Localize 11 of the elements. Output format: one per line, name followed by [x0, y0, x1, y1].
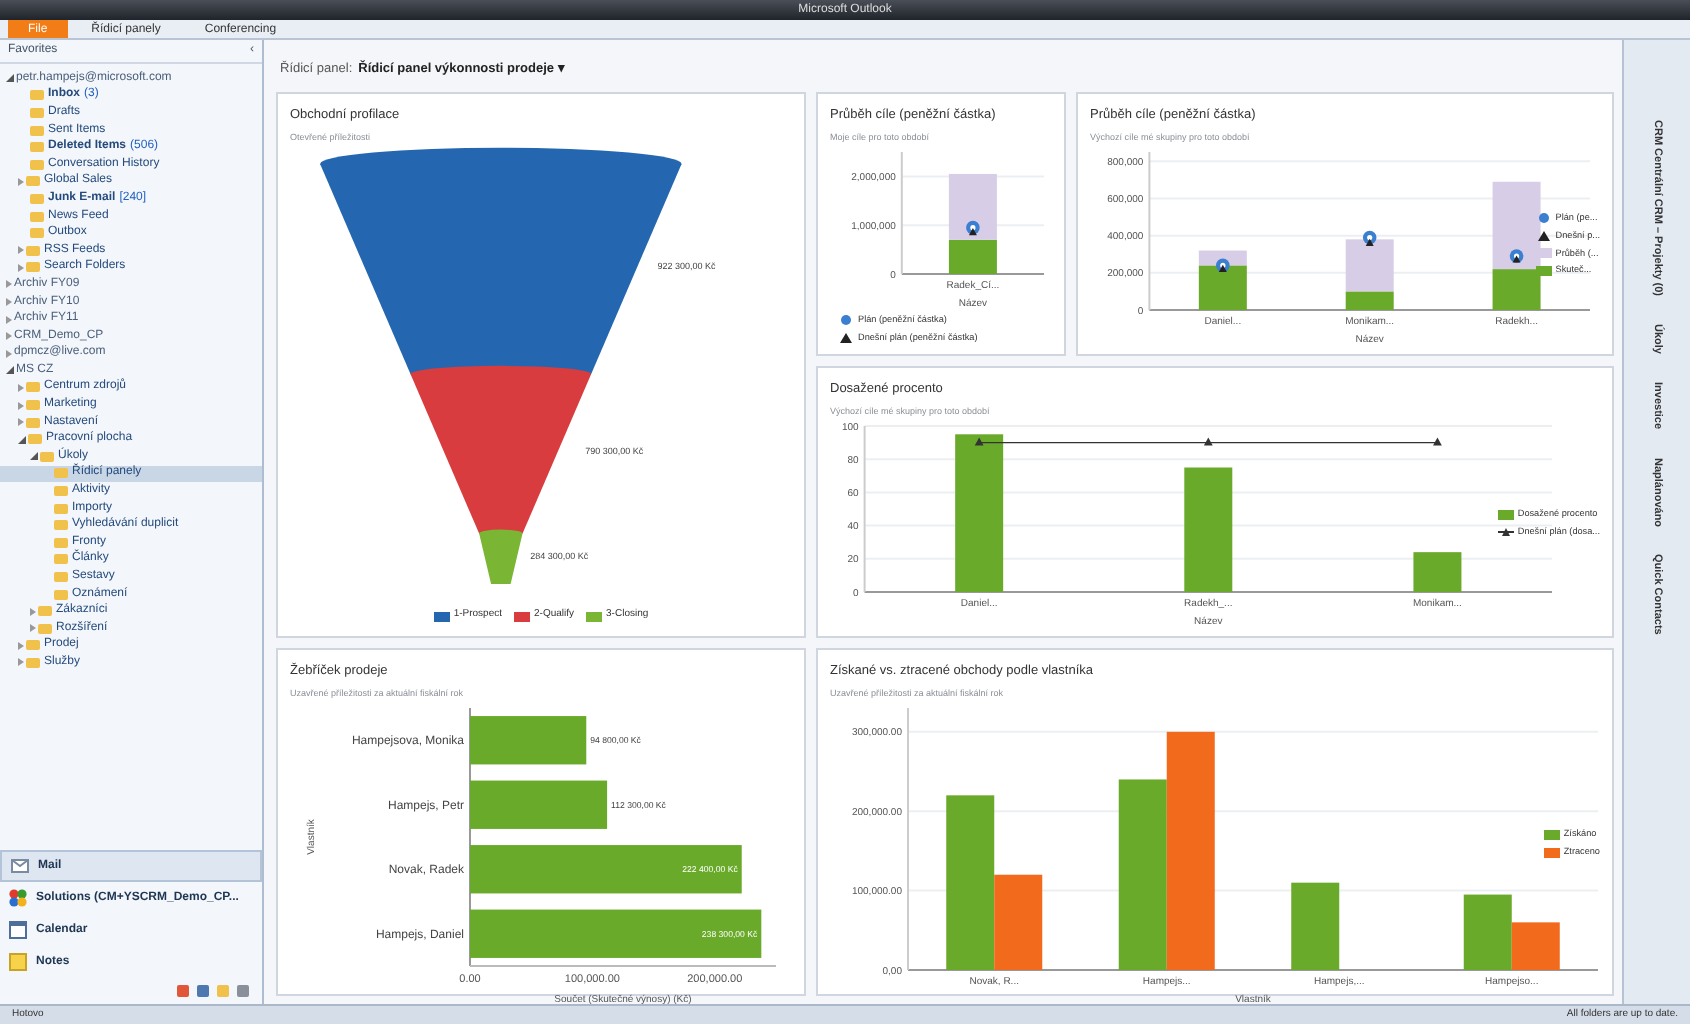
- calendar-icon: [8, 920, 28, 940]
- collapsed-arrow-icon[interactable]: [6, 280, 12, 289]
- envelope-icon: [10, 856, 30, 876]
- collapsed-arrow-icon[interactable]: [6, 298, 12, 307]
- expanded-arrow-icon[interactable]: [6, 74, 14, 83]
- expanded-arrow-icon[interactable]: [6, 366, 14, 375]
- collapsed-arrow-icon[interactable]: [6, 315, 12, 324]
- four-dots-icon: [8, 888, 28, 908]
- note-icon: [8, 952, 28, 972]
- collapsed-arrow-icon[interactable]: [6, 349, 12, 358]
- collapsed-arrow-icon[interactable]: [6, 332, 12, 341]
